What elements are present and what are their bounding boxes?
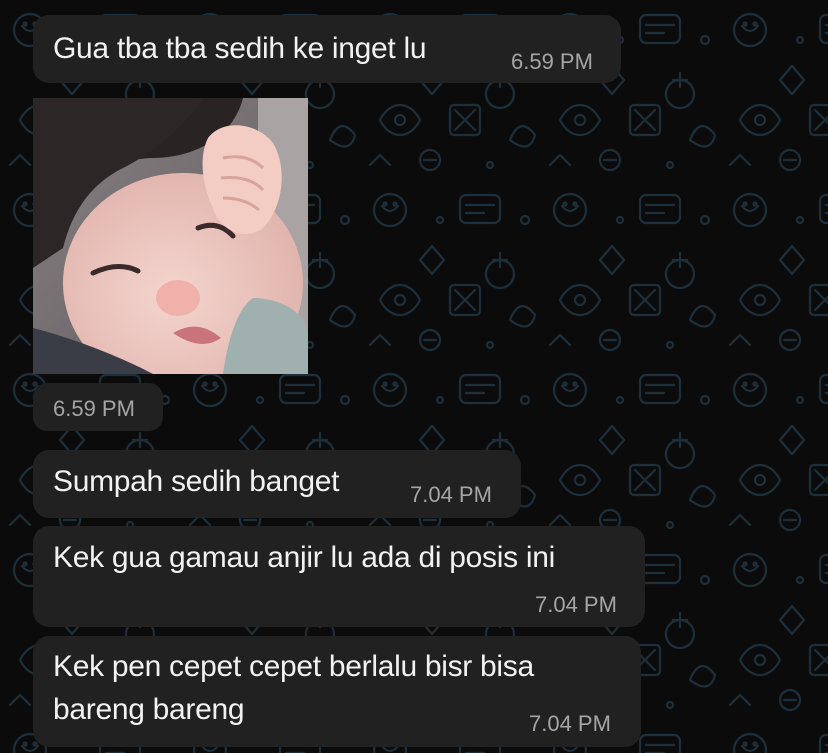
message-text: Gua tba tba sedih ke inget lu <box>53 32 427 65</box>
message-timestamp: 6.59 PM <box>511 49 593 74</box>
message-bubble[interactable]: Gua tba tba sedih ke inget lu 6.59 PM <box>33 15 621 83</box>
image-timestamp-pill: 6.59 PM <box>33 383 163 431</box>
message-bubble[interactable]: Kek gua gamau anjir lu ada di posis ini … <box>33 526 645 627</box>
message-timestamp: 6.59 PM <box>53 396 135 421</box>
image-message[interactable] <box>33 98 308 374</box>
message-text: Kek pen cepet cepet berlalu bisr bisa ba… <box>53 650 534 726</box>
message-text: Sumpah sedih banget <box>53 465 340 498</box>
message-bubble[interactable]: Sumpah sedih banget 7.04 PM <box>33 450 521 518</box>
message-bubble[interactable]: Kek pen cepet cepet berlalu bisr bisa ba… <box>33 636 641 747</box>
message-timestamp: 7.04 PM <box>529 711 611 736</box>
message-text: Kek gua gamau anjir lu ada di posis ini <box>53 541 555 574</box>
message-timestamp: 7.04 PM <box>535 592 617 617</box>
message-timestamp: 7.04 PM <box>410 482 492 507</box>
crying-toddler-photo <box>33 98 308 374</box>
